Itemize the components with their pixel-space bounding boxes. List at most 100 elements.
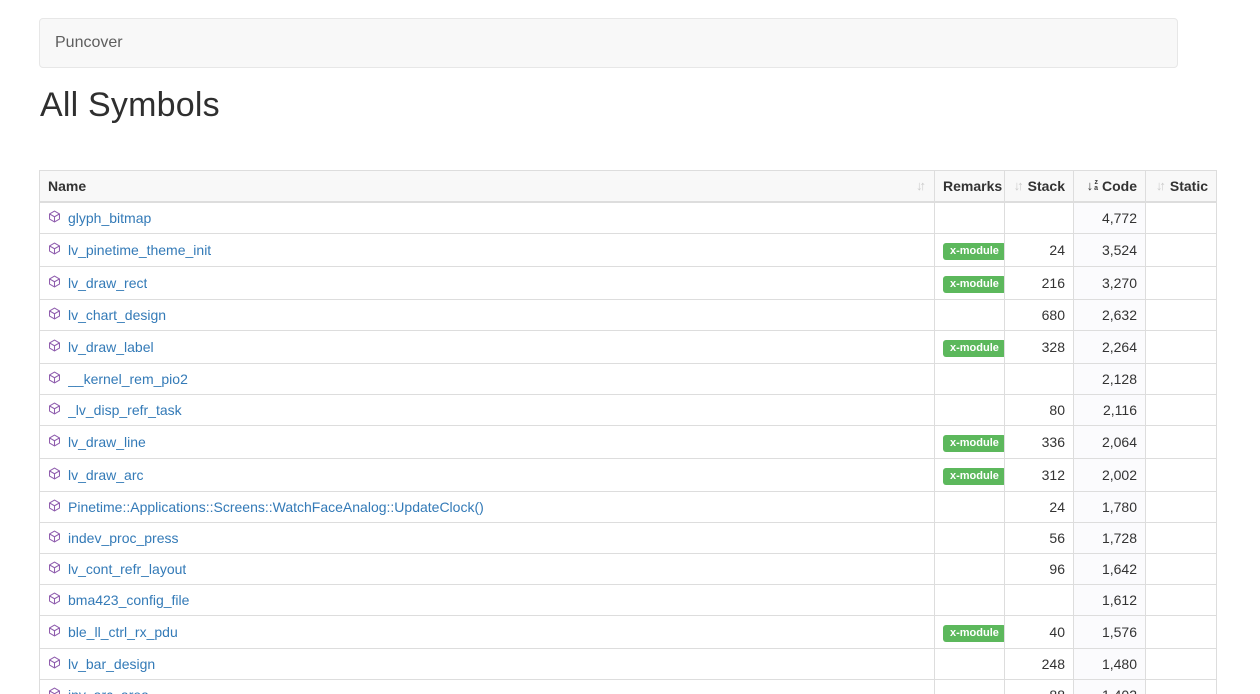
symbol-link[interactable]: lv_draw_line [68, 433, 146, 451]
symbol-link[interactable]: glyph_bitmap [68, 209, 151, 227]
stack-cell: 40 [1005, 616, 1074, 649]
static-cell [1146, 234, 1217, 267]
package-icon [48, 529, 61, 547]
stack-cell: 216 [1005, 267, 1074, 300]
symbol-link[interactable]: lv_draw_rect [68, 274, 147, 292]
navbar-brand-link[interactable]: Puncover [40, 34, 138, 52]
name-cell: lv_draw_line [40, 426, 935, 459]
symbol-link[interactable]: indev_proc_press [68, 529, 179, 547]
code-cell: 3,524 [1074, 234, 1146, 267]
code-cell: 2,128 [1074, 364, 1146, 395]
package-icon [48, 401, 61, 419]
symbol-row: lv_pinetime_theme_init x-module 24 3,524 [40, 234, 1217, 267]
column-header-stack[interactable]: ↓↑ Stack [1005, 171, 1074, 203]
column-label-name: Name [48, 177, 86, 195]
symbol-link[interactable]: Pinetime::Applications::Screens::WatchFa… [68, 498, 484, 516]
symbols-table: Name ↓↑ Remarks ↓↑ Stack [39, 170, 1217, 694]
package-icon [48, 241, 61, 259]
remarks-cell [935, 395, 1005, 426]
symbol-link[interactable]: bma423_config_file [68, 591, 189, 609]
stack-cell [1005, 202, 1074, 234]
column-label-stack: Stack [1028, 177, 1065, 195]
static-cell [1146, 616, 1217, 649]
symbol-row: ble_ll_ctrl_rx_pdu x-module 40 1,576 [40, 616, 1217, 649]
static-cell [1146, 649, 1217, 680]
static-cell [1146, 459, 1217, 492]
column-label-code: Code [1102, 177, 1137, 195]
page-title: All Symbols [40, 86, 220, 125]
name-cell: lv_draw_rect [40, 267, 935, 300]
remarks-cell [935, 202, 1005, 234]
x-module-badge: x-module [943, 625, 1005, 642]
code-cell: 1,480 [1074, 649, 1146, 680]
package-icon [48, 591, 61, 609]
stack-cell: 248 [1005, 649, 1074, 680]
symbol-row: lv_bar_design 248 1,480 [40, 649, 1217, 680]
code-cell: 2,264 [1074, 331, 1146, 364]
name-cell: ble_ll_ctrl_rx_pdu [40, 616, 935, 649]
symbol-link[interactable]: lv_cont_refr_layout [68, 560, 186, 578]
symbol-link[interactable]: _lv_disp_refr_task [68, 401, 182, 419]
name-cell: lv_bar_design [40, 649, 935, 680]
name-cell: lv_cont_refr_layout [40, 554, 935, 585]
column-header-static[interactable]: ↓↑ Static [1146, 171, 1217, 203]
stack-cell [1005, 364, 1074, 395]
symbol-link[interactable]: ble_ll_ctrl_rx_pdu [68, 623, 178, 641]
symbol-row: glyph_bitmap 4,772 [40, 202, 1217, 234]
sort-unsorted-icon: ↓↑ [1014, 177, 1024, 195]
symbol-link[interactable]: lv_bar_design [68, 655, 155, 673]
remarks-cell [935, 649, 1005, 680]
code-cell: 2,632 [1074, 300, 1146, 331]
stack-cell: 24 [1005, 492, 1074, 523]
package-icon [48, 623, 61, 641]
static-cell [1146, 364, 1217, 395]
column-label-remarks: Remarks [943, 177, 1002, 195]
symbol-row: Pinetime::Applications::Screens::WatchFa… [40, 492, 1217, 523]
column-header-code[interactable]: ↓ z a Code [1074, 171, 1146, 203]
code-cell: 2,064 [1074, 426, 1146, 459]
static-cell [1146, 395, 1217, 426]
symbol-link[interactable]: __kernel_rem_pio2 [68, 370, 188, 388]
static-cell [1146, 523, 1217, 554]
symbol-link[interactable]: lv_draw_arc [68, 466, 143, 484]
sort-unsorted-icon: ↓↑ [916, 177, 926, 195]
name-cell: lv_draw_label [40, 331, 935, 364]
remarks-cell: x-module [935, 331, 1005, 364]
remarks-cell: x-module [935, 234, 1005, 267]
stack-cell: 680 [1005, 300, 1074, 331]
symbol-link[interactable]: lv_chart_design [68, 306, 166, 324]
static-cell [1146, 680, 1217, 694]
remarks-cell [935, 523, 1005, 554]
package-icon [48, 655, 61, 673]
symbol-link[interactable]: lv_pinetime_theme_init [68, 241, 211, 259]
symbol-row: lv_chart_design 680 2,632 [40, 300, 1217, 331]
remarks-cell: x-module [935, 459, 1005, 492]
symbol-row: lv_draw_line x-module 336 2,064 [40, 426, 1217, 459]
name-cell: glyph_bitmap [40, 202, 935, 234]
symbol-row: indev_proc_press 56 1,728 [40, 523, 1217, 554]
symbol-row: bma423_config_file 1,612 [40, 585, 1217, 616]
package-icon [48, 686, 61, 694]
static-cell [1146, 202, 1217, 234]
column-header-name[interactable]: Name ↓↑ [40, 171, 935, 203]
stack-cell: 80 [1005, 395, 1074, 426]
symbol-row: lv_draw_rect x-module 216 3,270 [40, 267, 1217, 300]
symbol-link[interactable]: lv_draw_label [68, 338, 154, 356]
symbol-link[interactable]: inv_arc_area [68, 686, 149, 694]
sort-descending-icon: ↓ z a [1087, 177, 1098, 195]
code-cell: 2,002 [1074, 459, 1146, 492]
package-icon [48, 370, 61, 388]
remarks-cell [935, 554, 1005, 585]
stack-cell: 56 [1005, 523, 1074, 554]
remarks-cell [935, 585, 1005, 616]
x-module-badge: x-module [943, 243, 1005, 260]
name-cell: _lv_disp_refr_task [40, 395, 935, 426]
code-cell: 1,402 [1074, 680, 1146, 694]
symbols-table-body: glyph_bitmap 4,772 lv_pinetime_theme_ini… [40, 202, 1217, 694]
x-module-badge: x-module [943, 276, 1005, 293]
code-cell: 1,642 [1074, 554, 1146, 585]
package-icon [48, 209, 61, 227]
column-header-remarks[interactable]: Remarks [935, 171, 1005, 203]
package-icon [48, 306, 61, 324]
remarks-cell: x-module [935, 426, 1005, 459]
